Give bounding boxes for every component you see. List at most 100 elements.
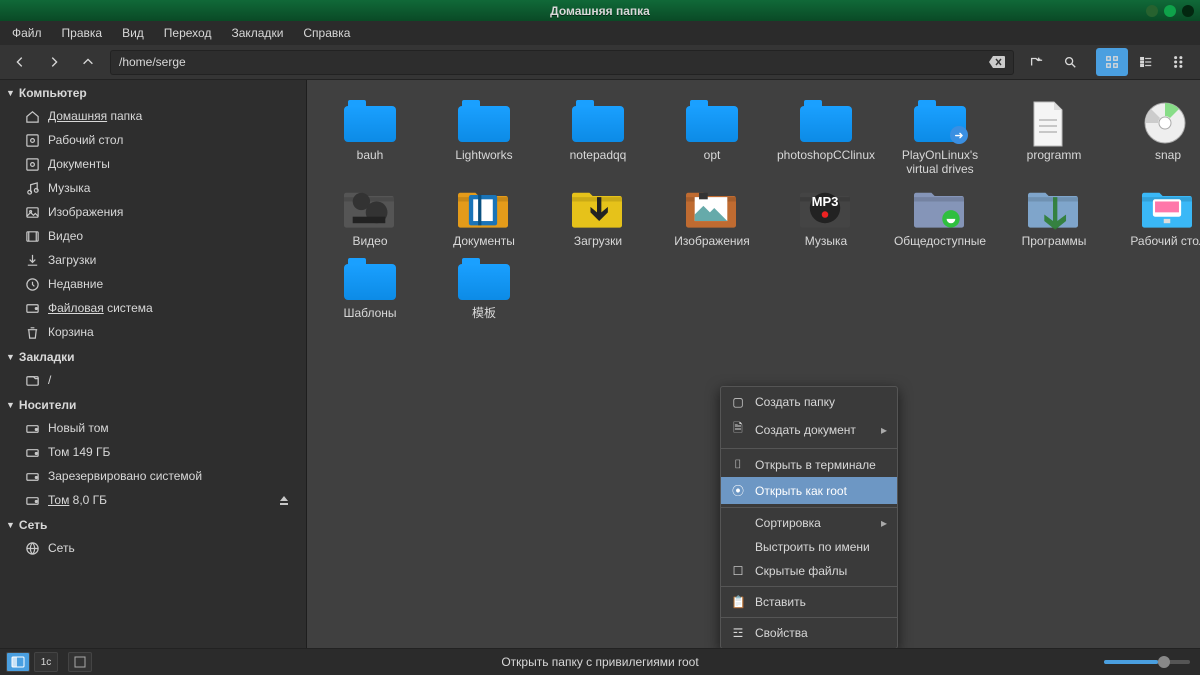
nav-forward-button[interactable] <box>38 48 70 76</box>
cm-create-doc[interactable]: 🗎Создать документ▸ <box>721 414 897 445</box>
eject-icon[interactable] <box>278 494 290 506</box>
file-item[interactable]: notepadqq <box>543 94 653 176</box>
extra-toggle-button[interactable] <box>68 652 92 672</box>
file-item[interactable]: 模板 <box>429 252 539 320</box>
sidebar-item-computer-3[interactable]: Музыка <box>0 176 306 200</box>
file-item[interactable]: Загрузки <box>543 180 653 248</box>
cm-create-folder[interactable]: ▢Создать папку <box>721 390 897 414</box>
minimize-button[interactable] <box>1146 5 1158 17</box>
file-item[interactable]: Видео <box>315 180 425 248</box>
menu-file[interactable]: Файл <box>4 23 50 43</box>
sidebar-item-label: Том 8,0 ГБ <box>48 493 107 507</box>
chevron-right-icon: ▸ <box>881 423 887 437</box>
sidebar-item-computer-5[interactable]: Видео <box>0 224 306 248</box>
path-text: /home/serge <box>119 55 186 69</box>
sidebar-item-computer-1[interactable]: Рабочий стол <box>0 128 306 152</box>
file-label: Рабочий стол <box>1130 234 1200 248</box>
nav-back-button[interactable] <box>4 48 36 76</box>
window-title: Домашняя папка <box>550 4 650 18</box>
file-item[interactable]: photoshopCClinux <box>771 94 881 176</box>
titlebar: Домашняя папка <box>0 0 1200 21</box>
file-item[interactable]: snap <box>1113 94 1200 176</box>
sidebar-section-bookmarks[interactable]: ▼Закладки <box>0 344 306 368</box>
sidebar-item-media-3[interactable]: Том 8,0 ГБ <box>0 488 306 512</box>
cm-open-terminal[interactable]: ⌷Открыть в терминале <box>721 452 897 477</box>
disk-icon <box>24 132 40 148</box>
menu-help[interactable]: Справка <box>295 23 358 43</box>
cm-arrange: Выстроить по имени <box>721 535 897 559</box>
sidebar-item-media-0[interactable]: Новый том <box>0 416 306 440</box>
file-item[interactable]: Изображения <box>657 180 767 248</box>
video-icon <box>24 228 40 244</box>
file-label: Загрузки <box>574 234 622 248</box>
clear-icon[interactable] <box>989 55 1005 69</box>
cm-hidden-files[interactable]: ☐Скрытые файлы <box>721 559 897 583</box>
cm-open-root[interactable]: ⦿Открыть как root <box>721 477 897 504</box>
tree-toggle-button[interactable]: 1c <box>34 652 58 672</box>
view-icons-button[interactable] <box>1096 48 1128 76</box>
menu-bookmarks[interactable]: Закладки <box>223 23 291 43</box>
window-controls <box>1146 5 1194 17</box>
file-label: Изображения <box>674 234 749 248</box>
sidebar-section-media[interactable]: ▼Носители <box>0 392 306 416</box>
file-item[interactable]: Документы <box>429 180 539 248</box>
svg-text:MP3: MP3 <box>812 194 839 209</box>
root-icon: ⦿ <box>731 482 745 499</box>
view-list-button[interactable] <box>1130 48 1162 76</box>
view-compact-button[interactable] <box>1164 48 1196 76</box>
menu-edit[interactable]: Правка <box>54 23 111 43</box>
close-button[interactable] <box>1182 5 1194 17</box>
file-item[interactable]: ➜PlayOnLinux's virtual drives <box>885 94 995 176</box>
sidebar-item-computer-7[interactable]: Недавние <box>0 272 306 296</box>
file-item[interactable]: Рабочий стол <box>1113 180 1200 248</box>
cm-sort[interactable]: Сортировка▸ <box>721 511 897 535</box>
cm-properties[interactable]: ☲Свойства <box>721 621 897 645</box>
file-label: snap <box>1155 148 1181 162</box>
search-button[interactable] <box>1054 48 1086 76</box>
sidebar-item-computer-4[interactable]: Изображения <box>0 200 306 224</box>
path-input[interactable]: /home/serge <box>110 50 1014 75</box>
sidebar-item-label: / <box>48 373 51 387</box>
context-menu: ▢Создать папку 🗎Создать документ▸ ⌷Откры… <box>720 386 898 649</box>
main-area: ▼Компьютер Домашняя папкаРабочий столДок… <box>0 80 1200 648</box>
sidebar-item-computer-0[interactable]: Домашняя папка <box>0 104 306 128</box>
sidebar-section-network[interactable]: ▼Сеть <box>0 512 306 536</box>
sidebar-item-media-1[interactable]: Том 149 ГБ <box>0 440 306 464</box>
sidebar-item-computer-8[interactable]: Файловая система <box>0 296 306 320</box>
new-tab-button[interactable] <box>1020 48 1052 76</box>
sidebar-item-label: Корзина <box>48 325 94 339</box>
sidebar-item-computer-6[interactable]: Загрузки <box>0 248 306 272</box>
nav-up-button[interactable] <box>72 48 104 76</box>
statusbar-text: Открыть папку с привилегиями root <box>501 655 698 669</box>
places-toggle-button[interactable] <box>6 652 30 672</box>
file-label: 模板 <box>472 306 496 320</box>
sidebar-item-bookmarks-0[interactable]: / <box>0 368 306 392</box>
file-item[interactable]: Общедоступные <box>885 180 995 248</box>
sidebar: ▼Компьютер Домашняя папкаРабочий стол Док… <box>0 80 307 648</box>
sidebar-item-network-0[interactable]: Сеть <box>0 536 306 560</box>
sidebar-item-label: Видео <box>48 229 83 243</box>
file-item[interactable]: Программы <box>999 180 1109 248</box>
menu-view[interactable]: Вид <box>114 23 152 43</box>
file-item[interactable]: bauh <box>315 94 425 176</box>
zoom-slider[interactable] <box>1104 660 1190 664</box>
clock-icon <box>24 276 40 292</box>
sidebar-item-computer-9[interactable]: Корзина <box>0 320 306 344</box>
sidebar-item-label: Документы <box>48 157 110 171</box>
disk-icon <box>24 156 40 172</box>
sidebar-item-label: Файловая система <box>48 301 153 315</box>
file-item[interactable]: programm <box>999 94 1109 176</box>
file-item[interactable]: Шаблоны <box>315 252 425 320</box>
drive-icon <box>24 444 40 460</box>
menu-go[interactable]: Переход <box>156 23 220 43</box>
file-item[interactable]: Lightworks <box>429 94 539 176</box>
sidebar-section-computer[interactable]: ▼Компьютер <box>0 80 306 104</box>
sidebar-item-label: Новый том <box>48 421 109 435</box>
sidebar-item-label: Недавние <box>48 277 103 291</box>
sidebar-item-media-2[interactable]: Зарезервировано системой <box>0 464 306 488</box>
sidebar-item-computer-2[interactable]: Документы <box>0 152 306 176</box>
file-item[interactable]: MP3Музыка <box>771 180 881 248</box>
image-icon <box>24 204 40 220</box>
file-item[interactable]: opt <box>657 94 767 176</box>
maximize-button[interactable] <box>1164 5 1176 17</box>
